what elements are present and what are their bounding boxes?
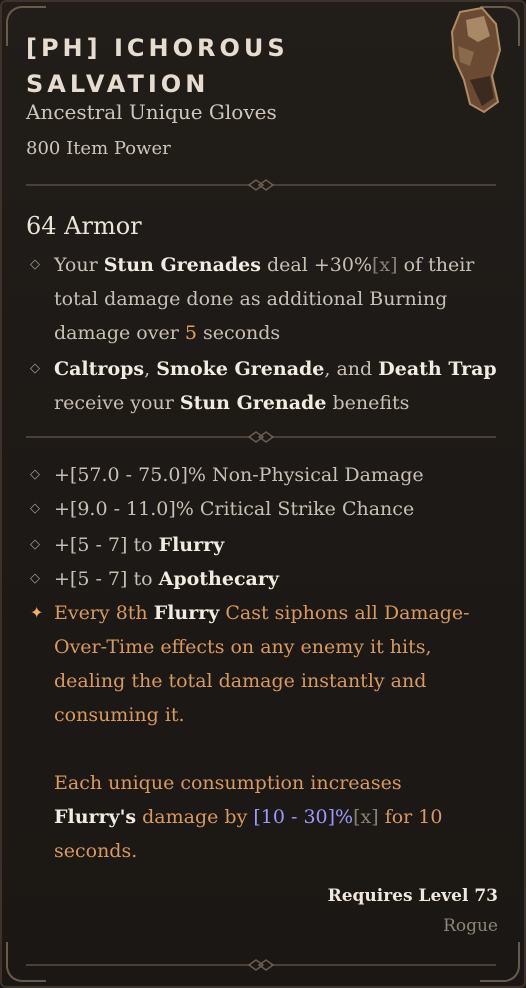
gloves-icon <box>450 6 502 114</box>
diamond-bullet-icon: ◇ <box>30 571 40 586</box>
diamond-bullet-icon: ◇ <box>30 537 40 552</box>
aspect-line-2: ◇ Caltrops, Smoke Grenade, and Death Trap… <box>30 352 500 420</box>
affix-flurry: ◇ +[5 - 7] to Flurry <box>30 528 500 562</box>
unique-power: ✦ Every 8th Flurry Cast siphons all Damag… <box>30 596 500 868</box>
affix-crit-chance: ◇ +[9.0 - 11.0]% Critical Strike Chance <box>30 492 500 526</box>
aspect-line-1: ◇ Your Stun Grenades deal +30%[x] of thei… <box>30 248 500 350</box>
diamond-bullet-icon: ◇ <box>30 501 40 516</box>
level-requirement: Requires Level 73 <box>327 886 498 906</box>
item-title: [PH] ICHOROUS SALVATION <box>26 34 289 98</box>
class-requirement: Rogue <box>443 916 498 936</box>
item-power: 800 Item Power <box>26 138 171 159</box>
section-divider <box>26 431 496 443</box>
unique-star-icon: ✦ <box>30 603 44 622</box>
section-divider <box>26 179 496 191</box>
section-divider <box>26 959 496 971</box>
diamond-bullet-icon: ◇ <box>30 361 40 376</box>
affix-non-physical: ◇ +[57.0 - 75.0]% Non-Physical Damage <box>30 458 500 492</box>
item-type: Ancestral Unique Gloves <box>26 100 277 124</box>
armor-value: 64 Armor <box>26 212 142 240</box>
diamond-bullet-icon: ◇ <box>30 467 40 482</box>
diamond-bullet-icon: ◇ <box>30 257 40 272</box>
affix-apothecary: ◇ +[5 - 7] to Apothecary <box>30 562 500 596</box>
item-tooltip: [PH] ICHOROUS SALVATION Ancestral Unique… <box>0 0 526 988</box>
